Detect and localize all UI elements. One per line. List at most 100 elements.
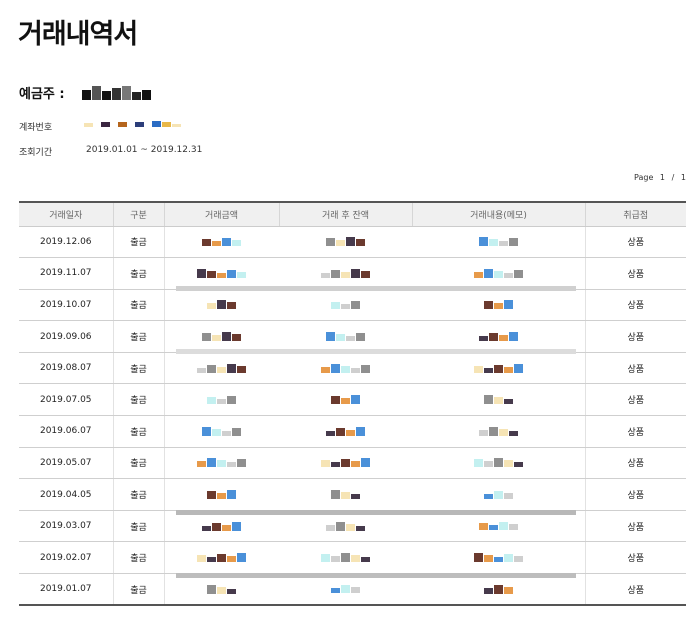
cell-branch: 상품 <box>585 289 686 322</box>
cell-balance <box>279 289 412 322</box>
cell-memo <box>412 289 586 322</box>
redacted-memo <box>413 363 584 373</box>
cell-amount <box>164 415 279 448</box>
redacted-balance <box>280 521 411 531</box>
header-date: 거래일자 <box>19 201 114 227</box>
redacted-amount <box>166 332 279 342</box>
cell-date: 2019.05.07 <box>19 447 114 480</box>
table-row: 2019.01.07 출금 상품 <box>19 573 686 607</box>
redacted-owner-name <box>82 86 151 100</box>
header-memo: 거래내용(메모) <box>412 201 586 227</box>
cell-balance <box>279 478 412 511</box>
page-total: 1 <box>680 173 686 182</box>
cell-type: 출금 <box>113 447 165 480</box>
cell-balance <box>279 415 412 448</box>
cell-amount <box>164 510 279 543</box>
redacted-amount <box>166 458 279 468</box>
redacted-balance <box>280 332 411 342</box>
table-row: 2019.12.06 출금 상품 <box>19 226 686 259</box>
page-separator: / <box>671 173 675 182</box>
header-branch: 취급점 <box>585 201 686 227</box>
cell-branch: 상품 <box>585 478 686 511</box>
redacted-balance <box>280 300 411 309</box>
header-balance: 거래 후 잔액 <box>279 201 413 227</box>
cell-date: 2019.03.07 <box>19 510 114 543</box>
redacted-balance <box>280 553 411 563</box>
table-header-row: 거래일자 구분 거래금액 거래 후 잔액 거래내용(메모) 취급점 <box>19 201 686 227</box>
cell-memo <box>412 478 586 511</box>
table-row: 2019.08.07 출금 상품 <box>19 352 686 385</box>
cell-type: 출금 <box>113 257 165 290</box>
redacted-amount <box>166 237 279 246</box>
cell-date: 2019.06.07 <box>19 415 114 448</box>
cell-amount <box>164 447 279 480</box>
table-row: 2019.03.07 출금 상품 <box>19 510 686 543</box>
redacted-memo <box>413 332 584 342</box>
redacted-memo <box>413 458 584 468</box>
redaction-bar <box>176 349 576 354</box>
cell-memo <box>412 257 586 290</box>
cell-type: 출금 <box>113 510 165 543</box>
cell-balance <box>279 510 412 543</box>
cell-date: 2019.12.06 <box>19 226 114 259</box>
redacted-memo <box>413 426 584 436</box>
page-indicator: Page 1 / 1 <box>632 173 688 182</box>
redacted-amount <box>166 300 279 310</box>
redacted-memo <box>413 300 584 310</box>
cell-type: 출금 <box>113 478 165 511</box>
redaction-bar <box>176 573 576 578</box>
redacted-amount <box>166 268 279 278</box>
table-row: 2019.09.06 출금 상품 <box>19 320 686 353</box>
cell-amount <box>164 289 279 322</box>
cell-branch: 상품 <box>585 226 686 259</box>
cell-memo <box>412 383 586 417</box>
cell-date: 2019.07.05 <box>19 383 114 417</box>
cell-type: 출금 <box>113 415 165 448</box>
cell-memo <box>412 226 586 259</box>
redacted-memo <box>413 395 584 405</box>
cell-branch: 상품 <box>585 447 686 480</box>
page-current: 1 <box>659 173 666 182</box>
table-row: 2019.07.05 출금 상품 <box>19 383 686 417</box>
cell-branch: 상품 <box>585 541 686 575</box>
redacted-amount <box>166 584 279 594</box>
redacted-balance <box>280 395 411 405</box>
table-row: 2019.04.05 출금 상품 <box>19 478 686 511</box>
cell-branch: 상품 <box>585 510 686 543</box>
cell-memo <box>412 541 586 575</box>
cell-type: 출금 <box>113 226 165 259</box>
table-row: 2019.10.07 출금 상품 <box>19 289 686 322</box>
cell-type: 출금 <box>113 541 165 575</box>
cell-amount <box>164 226 279 259</box>
cell-branch: 상품 <box>585 573 686 607</box>
cell-type: 출금 <box>113 352 165 385</box>
cell-memo <box>412 320 586 353</box>
cell-date: 2019.01.07 <box>19 573 114 607</box>
redacted-balance <box>280 268 411 278</box>
cell-type: 출금 <box>113 289 165 322</box>
cell-balance <box>279 383 412 417</box>
redacted-amount <box>166 521 279 531</box>
account-owner-label: 예금주 : <box>19 87 65 102</box>
table-row: 2019.06.07 출금 상품 <box>19 415 686 448</box>
cell-amount <box>164 352 279 385</box>
page-label: Page <box>634 173 654 182</box>
cell-branch: 상품 <box>585 320 686 353</box>
cell-date: 2019.11.07 <box>19 257 114 290</box>
redacted-balance <box>280 237 411 247</box>
redacted-amount <box>166 553 279 563</box>
redacted-amount <box>166 363 279 373</box>
redacted-account-number <box>84 121 181 127</box>
cell-amount <box>164 257 279 290</box>
inquiry-period-label: 조회기간 <box>19 148 53 158</box>
header-amount: 거래금액 <box>164 201 280 227</box>
cell-branch: 상품 <box>585 352 686 385</box>
table-row: 2019.05.07 출금 상품 <box>19 447 686 480</box>
cell-date: 2019.08.07 <box>19 352 114 385</box>
cell-memo <box>412 447 586 480</box>
redacted-balance <box>280 458 411 468</box>
cell-amount <box>164 383 279 417</box>
cell-date: 2019.09.06 <box>19 320 114 353</box>
cell-amount <box>164 320 279 353</box>
table-row: 2019.02.07 출금 상품 <box>19 541 686 575</box>
